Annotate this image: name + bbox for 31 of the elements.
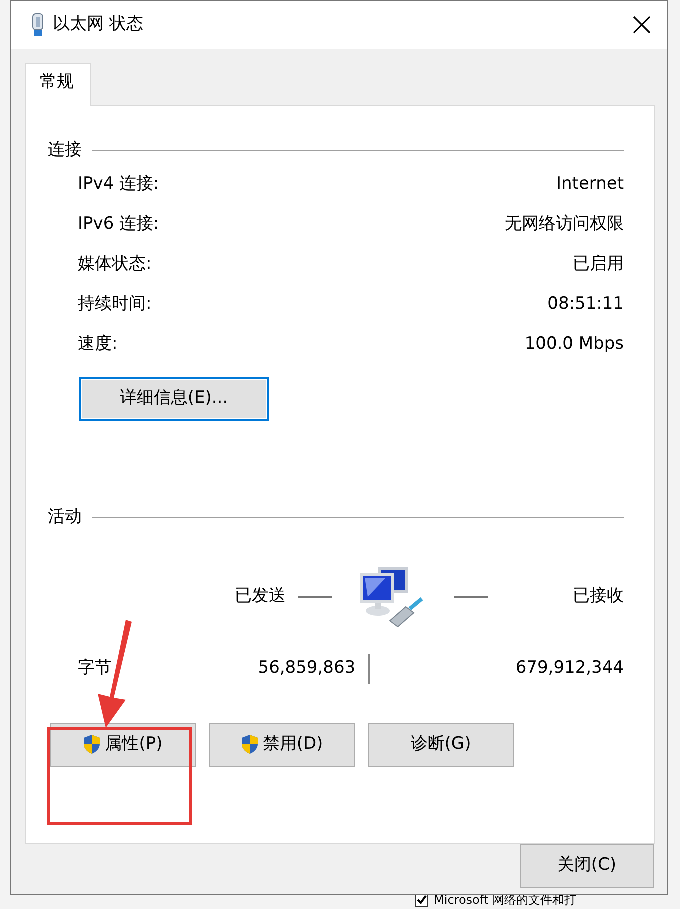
bytes-received-value: 679,912,344 [516,656,624,680]
field-label: IPv6 连接: [78,213,160,236]
tab[interactable]: 常规 [25,63,91,106]
field-label: 速度: [78,333,118,356]
properties-button[interactable]: 属性(P) [50,722,196,766]
received-label: 已接收 [573,584,624,608]
section-heading: 活动 [48,506,82,529]
field-value: 已启用 [573,253,624,276]
field-label: 媒体状态: [78,253,152,276]
field-value: 100.0 Mbps [524,333,624,356]
section-heading: 连接 [48,138,82,162]
bytes-label: 字节 [78,656,112,680]
shield-icon [240,734,259,755]
window-title: 以太网 状态 [53,13,144,36]
field-value: 08:51:11 [548,293,624,316]
line-divider [298,596,332,598]
details-button[interactable]: 详细信息(E)... [79,377,269,421]
diagnose-button[interactable]: 诊断(G) [368,722,514,766]
line-divider [454,596,488,598]
field-label: IPv4 连接: [78,173,160,196]
close-icon [633,16,651,34]
shield-icon [83,734,102,755]
value-divider [368,654,370,684]
bytes-sent-value: 56,859,863 [258,656,356,680]
close-dialog-button[interactable]: 关闭(C) [520,844,654,888]
disable-button[interactable]: 禁用(D) [209,722,355,766]
network-adapter-icon [31,13,45,37]
field-value: Internet [556,173,624,196]
field-label: 持续时间: [78,293,152,316]
field-value: 无网络访问权限 [505,213,624,236]
sent-label: 已发送 [235,584,286,608]
